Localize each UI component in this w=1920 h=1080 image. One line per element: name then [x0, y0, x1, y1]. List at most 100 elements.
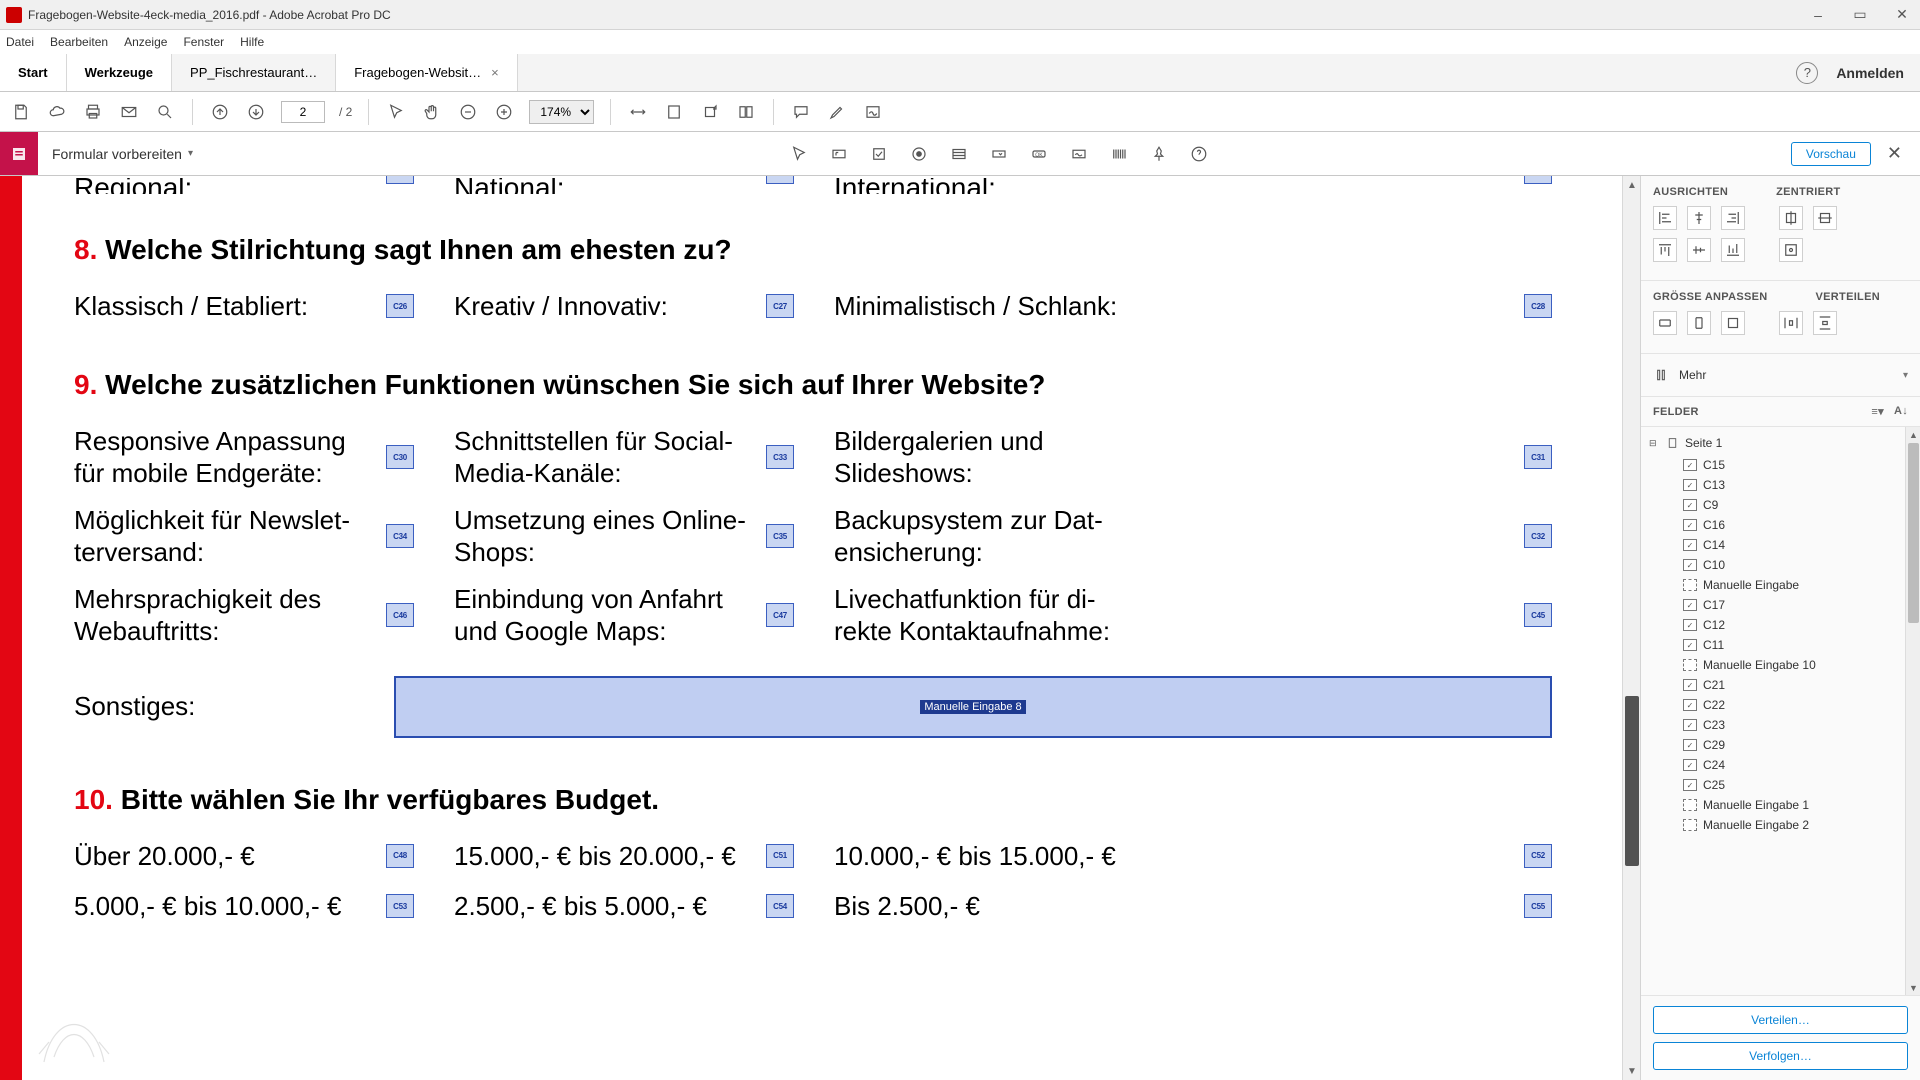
tab-werkzeuge[interactable]: Werkzeuge	[67, 54, 172, 91]
form-field-c34[interactable]: C34	[386, 524, 414, 548]
match-height-icon[interactable]	[1687, 311, 1711, 335]
button-tool-icon[interactable]: OK	[1026, 141, 1052, 167]
vertical-scrollbar[interactable]: ▲ ▼	[1622, 176, 1640, 1080]
menu-bearbeiten[interactable]: Bearbeiten	[50, 35, 108, 49]
radio-tool-icon[interactable]	[906, 141, 932, 167]
menu-hilfe[interactable]: Hilfe	[240, 35, 264, 49]
distribute-form-button[interactable]: Verteilen…	[1653, 1006, 1908, 1034]
page-up-icon[interactable]	[209, 101, 231, 123]
help-tool-icon[interactable]	[1186, 141, 1212, 167]
form-field-c47[interactable]: C47	[766, 603, 794, 627]
scrollbar-thumb[interactable]	[1625, 696, 1639, 866]
pin-tool-icon[interactable]	[1146, 141, 1172, 167]
form-field-c46[interactable]: C46	[386, 603, 414, 627]
sort-fields-icon[interactable]: ≡▾	[1871, 405, 1884, 418]
zoom-select[interactable]: 174%	[529, 100, 594, 124]
tree-field-row[interactable]: Manuelle Eingabe 1	[1641, 795, 1920, 815]
zoom-in-icon[interactable]	[493, 101, 515, 123]
track-form-button[interactable]: Verfolgen…	[1653, 1042, 1908, 1070]
align-top-icon[interactable]	[1653, 238, 1677, 262]
tree-scrollbar-thumb[interactable]	[1908, 443, 1919, 623]
form-field-c30[interactable]: C30	[386, 445, 414, 469]
tab-start[interactable]: Start	[0, 54, 67, 91]
select-tool-icon[interactable]	[786, 141, 812, 167]
comment-icon[interactable]	[790, 101, 812, 123]
form-field-c51[interactable]: C51	[766, 844, 794, 868]
tree-field-row[interactable]: C10	[1641, 555, 1920, 575]
form-field-c35[interactable]: C35	[766, 524, 794, 548]
menu-anzeige[interactable]: Anzeige	[124, 35, 167, 49]
form-field-c27[interactable]: C27	[766, 294, 794, 318]
align-right-icon[interactable]	[1721, 206, 1745, 230]
zoom-out-icon[interactable]	[457, 101, 479, 123]
match-both-icon[interactable]	[1721, 311, 1745, 335]
print-icon[interactable]	[82, 101, 104, 123]
login-button[interactable]: Anmelden	[1836, 65, 1904, 81]
field-tree[interactable]: ⊟ Seite 1 C15C13C9C16C14C10 Manuelle Eing…	[1641, 427, 1920, 995]
fit-page-icon[interactable]	[663, 101, 685, 123]
form-field-c26[interactable]: C26	[386, 294, 414, 318]
cloud-icon[interactable]	[46, 101, 68, 123]
mail-icon[interactable]	[118, 101, 140, 123]
pointer-icon[interactable]	[385, 101, 407, 123]
fit-width-icon[interactable]	[627, 101, 649, 123]
minimize-button[interactable]: –	[1806, 5, 1830, 25]
form-field-c45[interactable]: C45	[1524, 603, 1552, 627]
preview-button[interactable]: Vorschau	[1791, 142, 1871, 166]
tree-field-row[interactable]: C29	[1641, 735, 1920, 755]
form-field-c32[interactable]: C32	[1524, 524, 1552, 548]
tree-field-row[interactable]: C9	[1641, 495, 1920, 515]
tree-scroll-down-icon[interactable]: ▼	[1906, 980, 1920, 995]
tree-field-row[interactable]: C21	[1641, 675, 1920, 695]
search-icon[interactable]	[154, 101, 176, 123]
close-window-button[interactable]: ✕	[1890, 5, 1914, 25]
center-page-icon[interactable]	[1779, 238, 1803, 262]
page-down-icon[interactable]	[245, 101, 267, 123]
form-field[interactable]	[386, 176, 414, 184]
scroll-up-icon[interactable]: ▲	[1623, 176, 1640, 194]
save-icon[interactable]	[10, 101, 32, 123]
rotate-icon[interactable]	[699, 101, 721, 123]
form-field-c28[interactable]: C28	[1524, 294, 1552, 318]
tree-field-row[interactable]: C24	[1641, 755, 1920, 775]
form-field-c54[interactable]: C54	[766, 894, 794, 918]
hand-icon[interactable]	[421, 101, 443, 123]
center-vert-icon[interactable]	[1813, 206, 1837, 230]
tree-scrollbar[interactable]: ▲ ▼	[1905, 427, 1920, 995]
align-bottom-icon[interactable]	[1721, 238, 1745, 262]
tree-field-row[interactable]: C25	[1641, 775, 1920, 795]
form-field-c53[interactable]: C53	[386, 894, 414, 918]
tree-field-row[interactable]: C16	[1641, 515, 1920, 535]
tab-document-2[interactable]: Fragebogen-Websit… ×	[336, 54, 518, 91]
form-field-c31[interactable]: C31	[1524, 445, 1552, 469]
form-field-c33[interactable]: C33	[766, 445, 794, 469]
distribute-horiz-icon[interactable]	[1779, 311, 1803, 335]
menu-datei[interactable]: Datei	[6, 35, 34, 49]
align-hcenter-icon[interactable]	[1687, 206, 1711, 230]
tree-field-row[interactable]: C14	[1641, 535, 1920, 555]
close-toolbar-button[interactable]: ✕	[1881, 143, 1908, 164]
tree-field-row[interactable]: Manuelle Eingabe 2	[1641, 815, 1920, 835]
tree-field-row[interactable]: C15	[1641, 455, 1920, 475]
tree-field-row[interactable]: C13	[1641, 475, 1920, 495]
tree-page-root[interactable]: ⊟ Seite 1	[1641, 431, 1920, 455]
tree-field-row[interactable]: C12	[1641, 615, 1920, 635]
view-mode-icon[interactable]	[735, 101, 757, 123]
more-dropdown[interactable]: Mehr ▾	[1653, 358, 1908, 392]
barcode-tool-icon[interactable]	[1106, 141, 1132, 167]
signature-icon[interactable]	[862, 101, 884, 123]
form-field-c55[interactable]: C55	[1524, 894, 1552, 918]
form-field-c48[interactable]: C48	[386, 844, 414, 868]
align-vcenter-icon[interactable]	[1687, 238, 1711, 262]
checkbox-tool-icon[interactable]	[866, 141, 892, 167]
form-field-manuelle-eingabe-8[interactable]: Manuelle Eingabe 8	[394, 676, 1552, 738]
scroll-down-icon[interactable]: ▼	[1623, 1062, 1640, 1080]
close-tab-icon[interactable]: ×	[491, 65, 499, 80]
form-mode-dropdown[interactable]: Formular vorbereiten ▾	[38, 146, 207, 162]
order-fields-icon[interactable]: A↓	[1894, 405, 1908, 418]
form-field[interactable]	[1524, 176, 1552, 184]
listbox-tool-icon[interactable]	[946, 141, 972, 167]
tree-scroll-up-icon[interactable]: ▲	[1906, 427, 1920, 442]
match-width-icon[interactable]	[1653, 311, 1677, 335]
menu-fenster[interactable]: Fenster	[183, 35, 224, 49]
